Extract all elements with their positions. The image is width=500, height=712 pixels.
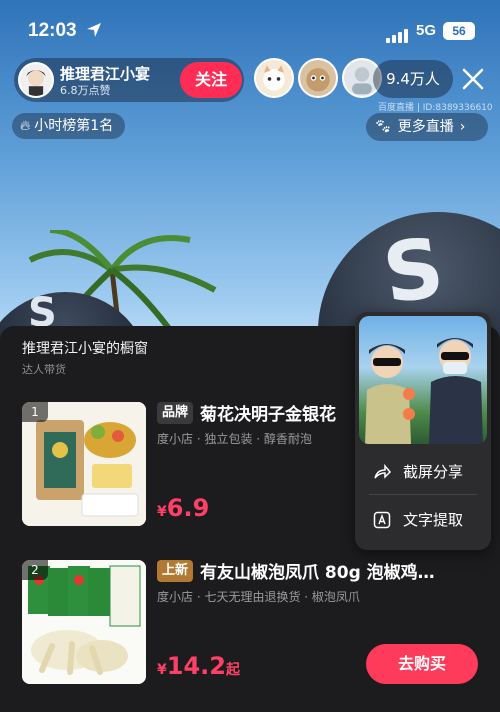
product-index: 2 [22,560,48,580]
live-stream-screen: S S 12:03 5G 56 推理君江小宴 6.8万点赞 关注 9.4万人 百… [0,0,500,712]
host-likes: 6.8万点赞 [60,84,111,97]
more-live-label: 更多直播 [397,119,454,135]
room-id: 百度直播 | ID:8389336610 [378,103,493,113]
viewer-avatar[interactable] [298,58,338,98]
viewer-avatar[interactable] [254,58,294,98]
brand-tag: 品牌 [157,402,194,424]
status-bar: 12:03 5G 56 [0,0,500,60]
product-price: ¥6.9 [157,494,209,522]
popup-divider [369,494,477,495]
text-extract-option[interactable]: 文字提取 [355,498,491,542]
price-suffix: 起 [225,662,240,678]
share-label: 截屏分享 [403,463,464,481]
status-time: 12:03 [28,20,77,41]
share-icon [374,463,391,479]
price-value: 6.9 [166,494,210,522]
viewer-count[interactable]: 9.4万人 [373,60,453,98]
more-live-button[interactable]: 🐾︎ 更多直播 › [366,113,488,141]
price-value: 14.2 [166,652,226,680]
panel-subtitle: 达人带货 [22,363,66,376]
product-title[interactable]: 有友山椒泡凤爪 80g 泡椒鸡… [200,558,490,583]
product-meta: 度小店 · 七天无理由退换货 · 椒泡凤爪 [157,590,360,604]
location-arrow-icon [87,23,101,37]
buy-button[interactable]: 去购买 [366,644,478,684]
text-extract-icon [373,511,391,529]
product-price: ¥14.2起 [157,652,240,680]
flame-icon: 🔥︎ [20,118,31,134]
price-currency: ¥ [157,662,167,678]
product-index: 1 [22,402,48,422]
text-extract-label: 文字提取 [403,511,464,529]
new-tag: 上新 [157,560,194,582]
floating-popup-menu: 截屏分享 文字提取 [355,312,491,550]
host-info[interactable]: 推理君江小宴 6.8万点赞 关注 [14,58,244,102]
signal-icon [386,24,410,43]
cat-avatar-illustration [306,68,330,92]
product-item[interactable]: 2 上新 有友山椒泡凤爪 80g 泡椒鸡… 度小店 · 七天无理由退换货 · 椒… [0,556,500,686]
network-type: 5G [416,22,437,39]
follow-button[interactable]: 关注 [180,62,242,98]
paw-icon: 🐾︎ [374,119,392,135]
close-icon[interactable] [458,64,488,94]
screenshot-share-option[interactable]: 截屏分享 [355,450,491,494]
battery-icon: 56 [443,22,475,40]
price-currency: ¥ [157,504,167,520]
host-name: 推理君江小宴 [60,65,151,83]
live-preview-illustration [365,338,483,444]
hourly-rank-badge[interactable]: 🔥︎ 小时榜第1名 [12,113,126,139]
panel-title: 推理君江小宴的橱窗 [22,341,148,357]
host-avatar-illustration [26,70,46,96]
cat-avatar-illustration [263,65,285,91]
host-avatar[interactable] [18,62,54,98]
chevron-right-icon: › [459,119,466,135]
rank-label: 小时榜第1名 [34,118,114,134]
picture-in-picture-preview[interactable] [359,316,487,444]
